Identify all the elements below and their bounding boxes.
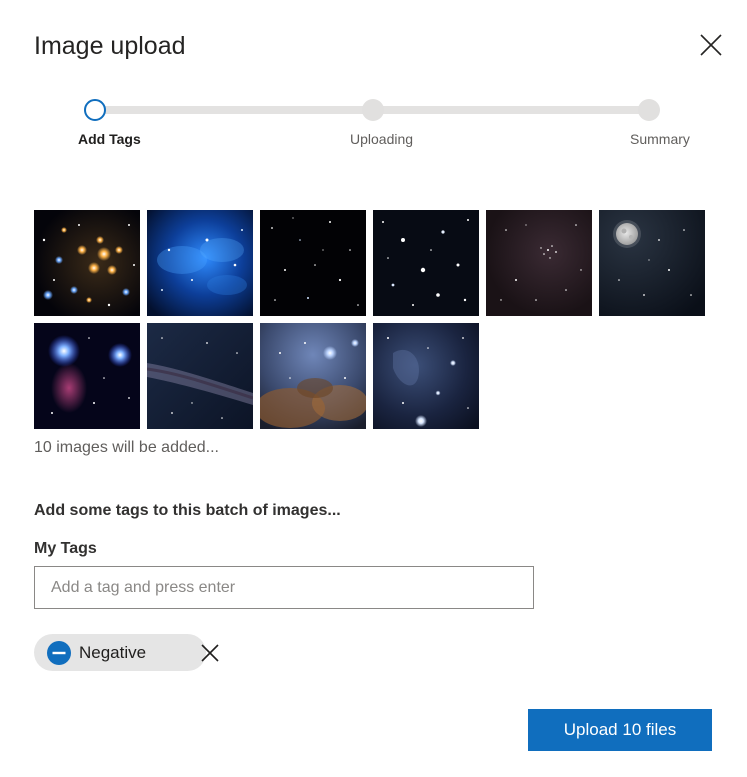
thumbnail-starfield[interactable]: [373, 210, 479, 316]
milky-way-image: [147, 323, 253, 429]
thumbnail-milky-way[interactable]: [147, 323, 253, 429]
tag-chip-negative: Negative: [34, 634, 219, 671]
thumbnail-dark-starfield[interactable]: [260, 210, 366, 316]
deep-space-image: [373, 323, 479, 429]
star-cluster-image: [34, 210, 140, 316]
step-dot-add-tags: [84, 99, 106, 121]
moon-image: [599, 210, 705, 316]
thumbnail-deep-space[interactable]: [373, 323, 479, 429]
thumbnail-dense-starfield[interactable]: [486, 210, 592, 316]
thumbnail-star-cluster[interactable]: [34, 210, 140, 316]
dialog-title: Image upload: [34, 32, 186, 60]
thumbnail-blue-stars[interactable]: [34, 323, 140, 429]
blue-stars-image: [34, 323, 140, 429]
tag-chip-label: Negative: [79, 643, 147, 662]
thumbnail-blue-nebula[interactable]: [147, 210, 253, 316]
close-icon[interactable]: [199, 642, 221, 664]
step-label-summary: Summary: [630, 131, 690, 147]
image-thumbnail-grid: [34, 210, 706, 429]
tag-input[interactable]: [34, 566, 534, 609]
dense-starfield-image: [486, 210, 592, 316]
starfield-image: [373, 210, 479, 316]
blue-nebula-image: [147, 210, 253, 316]
upload-files-button[interactable]: Upload 10 files: [528, 709, 712, 751]
step-dot-uploading: [362, 99, 384, 121]
step-label-add-tags: Add Tags: [78, 131, 141, 147]
progress-stepper: Add Tags Uploading Summary: [0, 96, 747, 156]
my-tags-label: My Tags: [34, 540, 97, 557]
brown-nebula-image: [260, 323, 366, 429]
dark-starfield-image: [260, 210, 366, 316]
image-count-text: 10 images will be added...: [34, 439, 219, 456]
tags-section-heading: Add some tags to this batch of images...: [34, 502, 341, 519]
thumbnail-moon[interactable]: [599, 210, 705, 316]
step-dot-summary: [638, 99, 660, 121]
step-label-uploading: Uploading: [350, 131, 414, 147]
minus-circle-icon[interactable]: [47, 641, 71, 665]
close-icon: [700, 34, 722, 56]
close-dialog-button[interactable]: [696, 30, 726, 60]
thumbnail-brown-nebula[interactable]: [260, 323, 366, 429]
